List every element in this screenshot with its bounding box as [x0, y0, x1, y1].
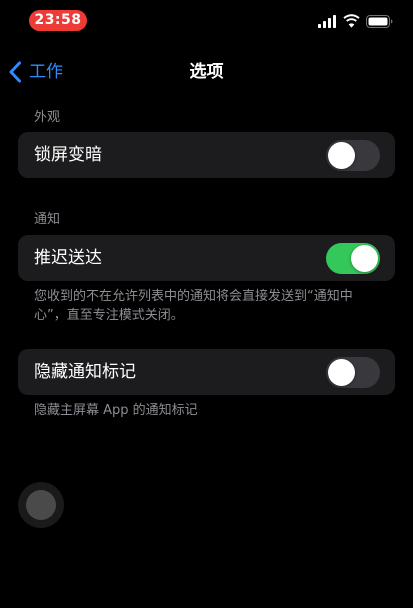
row-label-delay-delivery: 推迟送达 [34, 248, 102, 268]
status-bar: 23:58 [0, 0, 413, 44]
battery-icon [366, 15, 393, 28]
assistive-touch-inner [26, 490, 56, 520]
row-dim-lock-screen: 锁屏变暗 [18, 132, 395, 178]
delay-delivery-footnote: 您收到的不在允许列表中的通知将会直接发送到“通知中心”，直至专注模式关闭。 [34, 289, 353, 323]
row-delay-delivery: 推迟送达 [18, 235, 395, 281]
signal-icon [318, 15, 336, 28]
section-header-notifications: 通知 [34, 212, 61, 227]
hide-badges-footnote: 隐藏主屏幕 App 的通知标记 [34, 403, 198, 418]
row-label-hide-badges: 隐藏通知标记 [34, 362, 136, 382]
hide-badges-toggle[interactable] [326, 357, 380, 388]
toggle-knob [351, 245, 378, 272]
wifi-icon [343, 14, 360, 28]
row-label-dim-lock-screen: 锁屏变暗 [34, 145, 102, 165]
row-hide-badges: 隐藏通知标记 [18, 349, 395, 395]
section-header-appearance: 外观 [34, 110, 61, 125]
status-time[interactable]: 23:58 [29, 10, 87, 31]
assistive-touch-button[interactable] [18, 482, 64, 528]
navigation-bar: 工作 选项 [0, 52, 413, 92]
delay-delivery-toggle[interactable] [326, 243, 380, 274]
toggle-knob [328, 359, 355, 386]
toggle-knob [328, 142, 355, 169]
dim-lock-screen-toggle[interactable] [326, 140, 380, 171]
page-title: 选项 [189, 62, 224, 82]
